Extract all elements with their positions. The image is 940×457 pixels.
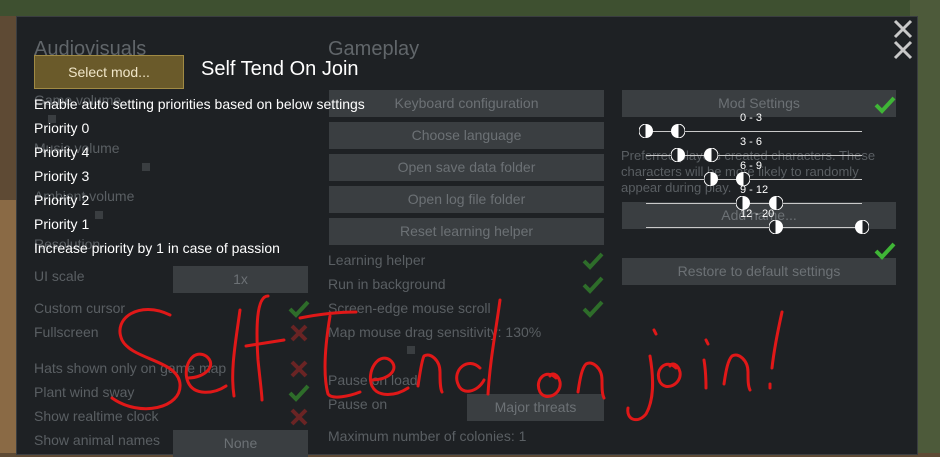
game-background-top bbox=[0, 0, 940, 16]
range-min-handle[interactable] bbox=[768, 220, 783, 234]
cross-icon[interactable] bbox=[288, 408, 310, 426]
pause-on-dropdown[interactable]: Major threats bbox=[467, 394, 604, 421]
range-slider-track[interactable] bbox=[646, 227, 862, 228]
reset-learning-helper-button[interactable]: Reset learning helper bbox=[329, 218, 604, 245]
check-icon[interactable] bbox=[582, 276, 604, 294]
range-min-handle[interactable] bbox=[671, 148, 686, 162]
ambient-volume-slider[interactable] bbox=[95, 211, 103, 219]
range-max-handle[interactable] bbox=[703, 148, 718, 162]
pause-on-load-label: Pause on load bbox=[328, 372, 418, 388]
fullscreen-label: Fullscreen bbox=[34, 324, 99, 340]
check-icon[interactable] bbox=[582, 300, 604, 318]
priority-label: Priority 2 bbox=[34, 192, 90, 208]
choose-language-button[interactable]: Choose language bbox=[329, 122, 604, 149]
plant-wind-sway-label: Plant wind sway bbox=[34, 384, 135, 400]
range-slider-label: 12 - 20 bbox=[740, 208, 775, 220]
check-icon[interactable] bbox=[288, 300, 310, 318]
map-drag-sensitivity-slider[interactable] bbox=[407, 346, 415, 354]
run-in-background-label: Run in background bbox=[328, 276, 446, 292]
passion-label: Increase priority by 1 in case of passio… bbox=[34, 240, 280, 256]
hats-shown-label: Hats shown only on game map bbox=[34, 360, 227, 376]
custom-cursor-label: Custom cursor bbox=[34, 300, 126, 316]
keyboard-configuration-button[interactable]: Keyboard configuration bbox=[329, 90, 604, 117]
cross-icon[interactable] bbox=[288, 360, 310, 378]
priority-label: Priority 1 bbox=[34, 216, 90, 232]
range-slider-label: 9 - 12 bbox=[740, 184, 769, 196]
map-drag-sensitivity-label: Map mouse drag sensitivity: 130% bbox=[328, 324, 542, 340]
screen-edge-scroll-label: Screen-edge mouse scroll bbox=[328, 300, 491, 316]
range-min-handle[interactable] bbox=[639, 124, 653, 138]
pause-on-label: Pause on bbox=[328, 396, 388, 412]
range-min-handle[interactable] bbox=[703, 172, 718, 186]
auto-priorities-label: Enable auto setting priorities based on … bbox=[34, 96, 365, 112]
check-icon[interactable] bbox=[582, 252, 604, 270]
close-icon[interactable] bbox=[892, 39, 914, 61]
range-slider-label: 3 - 6 bbox=[740, 136, 763, 148]
restore-defaults-button[interactable]: Restore to default settings bbox=[622, 258, 896, 285]
passion-check-icon[interactable] bbox=[874, 242, 896, 260]
show-realtime-clock-label: Show realtime clock bbox=[34, 408, 159, 424]
ui-scale-dropdown[interactable]: 1x bbox=[173, 266, 308, 293]
range-slider-label: 6 - 9 bbox=[740, 160, 763, 172]
priority-label: Priority 4 bbox=[34, 144, 90, 160]
close-icon[interactable] bbox=[892, 18, 914, 40]
select-mod-button[interactable]: Select mod... bbox=[34, 55, 184, 89]
priority-label: Priority 3 bbox=[34, 168, 90, 184]
range-slider-track[interactable] bbox=[646, 179, 862, 180]
cross-icon[interactable] bbox=[288, 324, 310, 342]
open-save-data-folder-button[interactable]: Open save data folder bbox=[329, 154, 604, 181]
ui-scale-label: UI scale bbox=[34, 268, 85, 284]
learning-helper-label: Learning helper bbox=[328, 252, 426, 268]
range-slider-track[interactable] bbox=[646, 203, 862, 204]
range-slider-label: 0 - 3 bbox=[740, 112, 763, 124]
range-max-handle[interactable] bbox=[855, 220, 869, 234]
auto-priorities-check-icon[interactable] bbox=[874, 96, 896, 114]
dialog-title: Self Tend On Join bbox=[201, 58, 359, 80]
check-icon[interactable] bbox=[288, 384, 310, 402]
max-colonies-label: Maximum number of colonies: 1 bbox=[328, 428, 527, 444]
open-log-file-folder-button[interactable]: Open log file folder bbox=[329, 186, 604, 213]
priority-label: Priority 0 bbox=[34, 120, 90, 136]
show-animal-names-label: Show animal names bbox=[34, 432, 161, 448]
music-volume-slider[interactable] bbox=[142, 163, 150, 171]
range-max-handle[interactable] bbox=[671, 124, 686, 138]
